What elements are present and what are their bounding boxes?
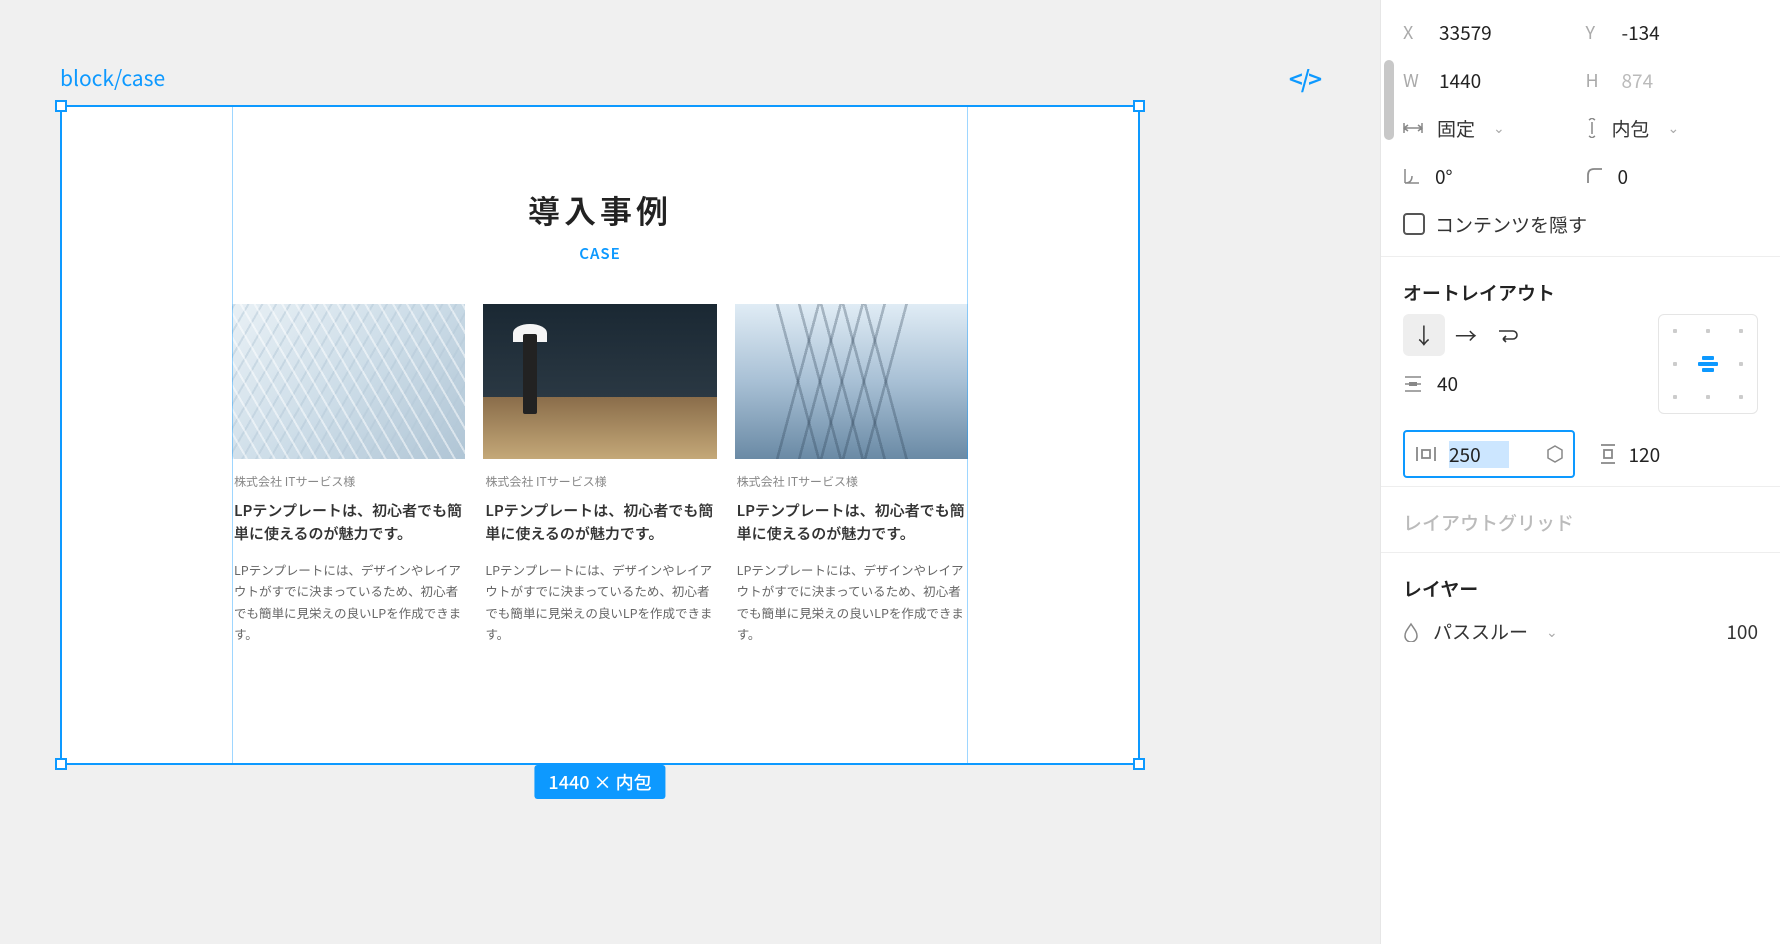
resize-handle-tr[interactable]	[1133, 100, 1145, 112]
autolayout-section: オートレイアウト ↓ → 40	[1381, 257, 1780, 487]
card-image	[232, 304, 465, 459]
w-value[interactable]: 1440	[1439, 67, 1481, 94]
gap-value[interactable]: 40	[1437, 370, 1458, 397]
x-label: X	[1403, 19, 1425, 45]
h-field[interactable]: H 874	[1586, 67, 1759, 94]
y-value[interactable]: -134	[1622, 19, 1660, 46]
transform-section: X 33579 Y -134 W 1440 H 874 固定	[1381, 0, 1780, 257]
layer-section: レイヤー パススルー ⌄ 100	[1381, 553, 1780, 661]
rotation-field[interactable]: 0°	[1403, 163, 1576, 190]
corner-radius-icon	[1586, 167, 1604, 185]
design-panel: X 33579 Y -134 W 1440 H 874 固定	[1380, 0, 1780, 944]
cards-row: 株式会社 ITサービス様 LPテンプレートは、初心者でも簡単に使えるのが魅力です…	[232, 304, 968, 658]
dimensions-badge: 1440 × 内包	[534, 765, 665, 799]
variable-icon[interactable]	[1547, 445, 1563, 463]
section-title: 導入事例	[232, 187, 968, 233]
case-card: 株式会社 ITサービス様 LPテンプレートは、初心者でも簡単に使えるのが魅力です…	[232, 304, 465, 658]
chevron-down-icon: ⌄	[1668, 118, 1680, 138]
w-label: W	[1403, 67, 1425, 93]
card-company: 株式会社 ITサービス様	[737, 473, 966, 490]
w-field[interactable]: W 1440	[1403, 67, 1576, 94]
frame-name[interactable]: block/case	[60, 63, 165, 93]
vertical-resize-icon	[1586, 118, 1598, 138]
selected-frame[interactable]: 導入事例 CASE 株式会社 ITサービス様 LPテンプレートは、初心者でも簡単…	[60, 105, 1140, 765]
resize-handle-bl[interactable]	[55, 758, 67, 770]
alignment-grid[interactable]	[1658, 314, 1758, 414]
y-field[interactable]: Y -134	[1586, 19, 1759, 46]
frame-content: 導入事例 CASE 株式会社 ITサービス様 LPテンプレートは、初心者でも簡単…	[62, 107, 1138, 698]
resize-handle-br[interactable]	[1133, 758, 1145, 770]
opacity-value[interactable]: 100	[1726, 618, 1758, 645]
blend-mode-value[interactable]: パススルー	[1433, 618, 1528, 645]
case-card: 株式会社 ITサービス様 LPテンプレートは、初心者でも簡単に使えるのが魅力です…	[735, 304, 968, 658]
horizontal-constraint[interactable]: 固定 ⌄	[1403, 115, 1576, 142]
frame-label-row: block/case </>	[60, 60, 1320, 95]
alignment-center-icon	[1698, 356, 1718, 372]
resize-handle-tl[interactable]	[55, 100, 67, 112]
y-label: Y	[1586, 19, 1608, 45]
layout-grid-heading: レイアウトグリッド	[1403, 495, 1758, 544]
vertical-padding-value[interactable]: 120	[1629, 441, 1661, 468]
horizontal-padding-value[interactable]: 250	[1449, 441, 1509, 468]
card-image	[735, 304, 968, 459]
scrollbar-thumb[interactable]	[1384, 60, 1394, 140]
h-value[interactable]: 874	[1622, 67, 1654, 94]
card-company: 株式会社 ITサービス様	[485, 473, 714, 490]
card-title: LPテンプレートは、初心者でも簡単に使えるのが魅力です。	[737, 500, 966, 545]
code-icon[interactable]: </>	[1289, 60, 1320, 95]
guide-right	[967, 107, 968, 763]
rotation-value[interactable]: 0°	[1435, 163, 1453, 190]
gap-field[interactable]: 40	[1403, 370, 1638, 397]
card-desc: LPテンプレートには、デザインやレイアウトがすでに決まっているため、初心者でも簡…	[485, 559, 714, 644]
x-field[interactable]: X 33579	[1403, 19, 1576, 46]
blend-mode-icon[interactable]	[1403, 622, 1419, 642]
direction-horizontal-button[interactable]: →	[1445, 314, 1487, 356]
vertical-padding-icon	[1599, 443, 1617, 465]
h-label: H	[1586, 67, 1608, 93]
card-title: LPテンプレートは、初心者でも簡単に使えるのが魅力です。	[234, 500, 463, 545]
vertical-padding-field[interactable]: 120	[1587, 430, 1759, 478]
vertical-constraint[interactable]: 内包 ⌄	[1586, 115, 1759, 142]
card-desc: LPテンプレートには、デザインやレイアウトがすでに決まっているため、初心者でも簡…	[737, 559, 966, 644]
layer-heading: レイヤー	[1403, 561, 1758, 610]
autolayout-heading: オートレイアウト	[1403, 265, 1758, 314]
corner-radius-field[interactable]: 0	[1586, 163, 1759, 190]
case-card: 株式会社 ITサービス様 LPテンプレートは、初心者でも簡単に使えるのが魅力です…	[483, 304, 716, 658]
card-title: LPテンプレートは、初心者でも簡単に使えるのが魅力です。	[485, 500, 714, 545]
x-value[interactable]: 33579	[1439, 19, 1492, 46]
layout-grid-section[interactable]: レイアウトグリッド	[1381, 487, 1780, 553]
corner-radius-value[interactable]: 0	[1618, 163, 1629, 190]
horizontal-resize-icon	[1403, 122, 1423, 134]
direction-buttons: ↓ →	[1403, 314, 1638, 356]
chevron-down-icon: ⌄	[1493, 118, 1505, 138]
clip-content-checkbox[interactable]	[1403, 213, 1425, 235]
horizontal-padding-field[interactable]: 250	[1403, 430, 1575, 478]
canvas-area[interactable]: block/case </> 導入事例 CASE 株式会社 ITサービス様 LP…	[0, 0, 1380, 944]
section-subtitle: CASE	[232, 243, 968, 264]
guide-left	[232, 107, 233, 763]
direction-vertical-button[interactable]: ↓	[1403, 314, 1445, 356]
clip-content-row[interactable]: コンテンツを隠す	[1403, 200, 1758, 248]
horizontal-padding-icon	[1415, 445, 1437, 463]
card-desc: LPテンプレートには、デザインやレイアウトがすでに決まっているため、初心者でも簡…	[234, 559, 463, 644]
card-image	[483, 304, 716, 459]
angle-icon	[1403, 167, 1421, 185]
card-company: 株式会社 ITサービス様	[234, 473, 463, 490]
gap-icon	[1403, 375, 1423, 393]
clip-content-label: コンテンツを隠す	[1435, 211, 1587, 238]
direction-wrap-button[interactable]	[1487, 314, 1529, 356]
chevron-down-icon: ⌄	[1546, 622, 1558, 642]
